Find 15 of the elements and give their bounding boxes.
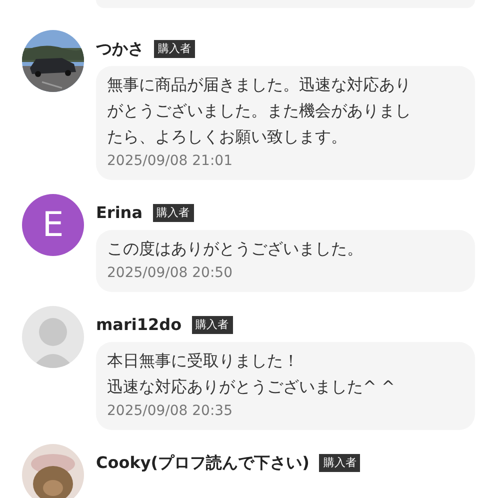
user-name[interactable]: Erina <box>96 201 142 225</box>
comment-text: この度はありがとうございました。 <box>107 238 364 260</box>
comment-text: 本日無事に受取りました！ 迅速な対応ありがとうございました^ ^ <box>107 350 396 398</box>
buyer-label: 購入者 <box>192 316 233 334</box>
comment-date: 2025/09/08 20:35 <box>107 402 234 421</box>
user-name[interactable]: Cooky(プロフ読んで下さい) <box>96 451 310 475</box>
buyer-label: 購入者 <box>319 454 360 472</box>
avatar-initial: E <box>42 204 64 246</box>
buyer-label: 購入者 <box>152 204 194 222</box>
user-name[interactable]: つかさ <box>96 37 144 61</box>
user-name[interactable]: mari12do <box>96 313 182 337</box>
comment-date: 2025/09/08 21:01 <box>107 152 234 171</box>
comment-text: 無事に商品が届きました。迅速な対応ありがとうございました。また機会がありましたら、よろしくお願い致します。 <box>107 74 412 148</box>
comment-date: 2025/09/08 20:50 <box>107 264 234 283</box>
buyer-label: 購入者 <box>154 40 195 58</box>
